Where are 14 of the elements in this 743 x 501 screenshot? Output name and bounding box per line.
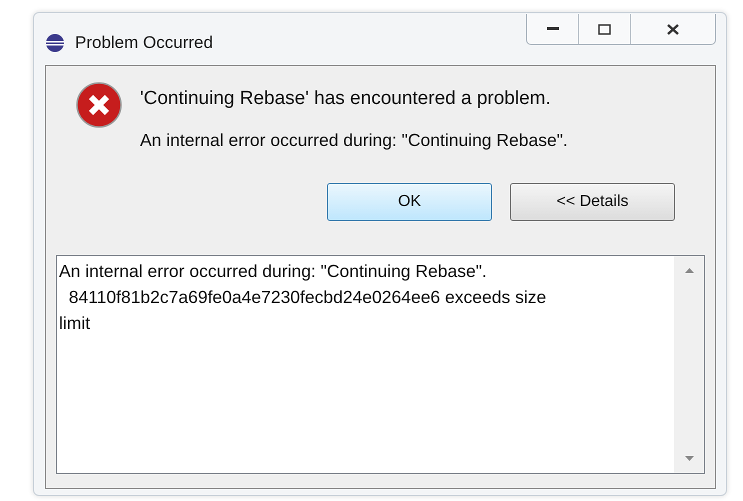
down-arrow-icon[interactable] bbox=[684, 456, 694, 461]
scrollbar[interactable] bbox=[674, 256, 704, 473]
close-icon bbox=[666, 22, 680, 36]
error-message: An internal error occurred during: "Continuing Rebase". bbox=[140, 130, 568, 151]
ok-button[interactable]: OK bbox=[327, 183, 492, 221]
maximize-icon bbox=[598, 24, 611, 34]
window-title: Problem Occurred bbox=[75, 33, 213, 53]
globe-icon bbox=[45, 33, 65, 53]
minimize-icon bbox=[546, 27, 558, 31]
details-button[interactable]: << Details bbox=[510, 183, 675, 221]
details-area[interactable]: An internal error occurred during: "Continuing Rebase". 84110f81b2c7a69fe0a4e7230fecbd24e0264ee6 exceeds size limit bbox=[56, 255, 705, 474]
up-arrow-icon[interactable] bbox=[684, 268, 694, 273]
error-title: 'Continuing Rebase' has encountered a problem. bbox=[140, 88, 552, 110]
error-icon bbox=[76, 82, 122, 128]
